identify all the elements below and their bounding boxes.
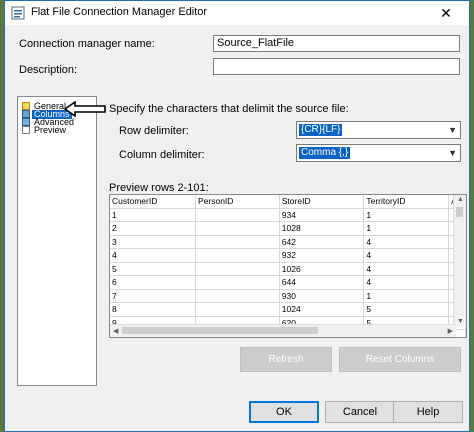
- table-cell: 4: [110, 248, 196, 263]
- table-cell: [195, 208, 280, 222]
- table-row[interactable]: 6 644 4: [110, 275, 466, 290]
- table-header-row: CustomerID PersonID StoreID TerritoryID …: [110, 195, 466, 209]
- page-navigation-tree: General Columns Advanced Preview: [17, 96, 97, 386]
- table-cell: 1: [363, 289, 450, 303]
- table-cell: 1: [363, 221, 450, 236]
- scroll-down-icon[interactable]: ▼: [457, 318, 464, 325]
- table-cell: 4: [363, 248, 450, 263]
- window-title: Flat File Connection Manager Editor: [31, 6, 208, 18]
- table-cell: [195, 235, 280, 249]
- table-cell: 5: [363, 302, 450, 317]
- row-delimiter-value: {CR}{LF}: [299, 124, 343, 136]
- column-delimiter-select[interactable]: Comma {,} ▼: [296, 144, 461, 162]
- column-header[interactable]: StoreID: [279, 195, 365, 209]
- table-row[interactable]: 4 932 4: [110, 248, 466, 263]
- title-bar[interactable]: Flat File Connection Manager Editor ✕: [5, 1, 469, 25]
- table-cell: [195, 275, 280, 290]
- table-cell: 1026: [279, 262, 365, 276]
- table-cell: 1024: [279, 302, 365, 317]
- table-row[interactable]: 3 642 4: [110, 235, 466, 249]
- table-row[interactable]: 8 1024 5: [110, 302, 466, 317]
- ok-button[interactable]: OK: [249, 401, 319, 423]
- row-delimiter-select[interactable]: {CR}{LF} ▼: [296, 121, 461, 139]
- table-cell: 642: [279, 235, 365, 249]
- table-cell: [195, 221, 280, 236]
- horizontal-scroll-thumb[interactable]: [122, 327, 318, 334]
- connection-manager-name-input[interactable]: Source_FlatFile: [213, 35, 460, 52]
- help-button[interactable]: Help: [393, 401, 463, 423]
- preview-grid[interactable]: CustomerID PersonID StoreID TerritoryID …: [109, 194, 467, 338]
- reset-columns-button[interactable]: Reset Columns: [339, 347, 461, 372]
- row-delimiter-label: Row delimiter:: [119, 125, 189, 137]
- preview-page-icon: [22, 126, 30, 134]
- description-label: Description:: [19, 64, 78, 76]
- nav-item-preview[interactable]: Preview: [22, 126, 68, 135]
- preview-table: CustomerID PersonID StoreID TerritoryID …: [110, 195, 466, 337]
- nav-item-label: Preview: [34, 125, 67, 135]
- table-cell: [195, 289, 280, 303]
- table-cell: 7: [110, 289, 196, 303]
- table-cell: 6: [110, 275, 196, 290]
- table-cell: 4: [363, 262, 450, 276]
- table-row[interactable]: 1 934 1: [110, 208, 466, 222]
- columns-page-icon: [22, 110, 30, 118]
- table-cell: 934: [279, 208, 365, 222]
- refresh-button[interactable]: Refresh: [240, 347, 332, 372]
- close-icon[interactable]: ✕: [423, 1, 469, 25]
- vertical-scroll-thumb[interactable]: [456, 207, 463, 217]
- dialog-window: Flat File Connection Manager Editor ✕ Co…: [4, 0, 470, 432]
- column-header[interactable]: CustomerID: [110, 195, 196, 209]
- table-cell: 2: [110, 221, 196, 236]
- table-cell: 8: [110, 302, 196, 317]
- table-cell: 3: [110, 235, 196, 249]
- advanced-page-icon: [22, 118, 30, 126]
- scroll-left-icon[interactable]: ◀: [113, 327, 118, 335]
- column-delimiter-label: Column delimiter:: [119, 149, 205, 161]
- horizontal-scrollbar[interactable]: ◀ ▶: [110, 324, 456, 337]
- description-input[interactable]: [213, 58, 460, 75]
- table-cell: 1028: [279, 221, 365, 236]
- table-cell: [195, 248, 280, 263]
- table-row[interactable]: 7 930 1: [110, 289, 466, 303]
- table-cell: 644: [279, 275, 365, 290]
- table-row[interactable]: 2 1028 1: [110, 221, 466, 236]
- table-cell: 1: [363, 208, 450, 222]
- scroll-right-icon[interactable]: ▶: [448, 327, 453, 335]
- table-cell: 4: [363, 275, 450, 290]
- left-arrow-icon: [63, 101, 106, 117]
- table-cell: 4: [363, 235, 450, 249]
- chevron-down-icon: ▼: [448, 148, 457, 158]
- app-icon: [11, 6, 25, 20]
- general-page-icon: [22, 102, 30, 110]
- column-header[interactable]: TerritoryID: [363, 195, 450, 209]
- table-cell: 930: [279, 289, 365, 303]
- cancel-button[interactable]: Cancel: [325, 401, 395, 423]
- preview-rows-label: Preview rows 2-101:: [109, 182, 209, 194]
- table-cell: [195, 262, 280, 276]
- delimiter-instruction: Specify the characters that delimit the …: [109, 103, 349, 115]
- chevron-down-icon: ▼: [448, 125, 457, 135]
- table-cell: 932: [279, 248, 365, 263]
- column-header[interactable]: PersonID: [195, 195, 280, 209]
- table-cell: [195, 302, 280, 317]
- table-row[interactable]: 5 1026 4: [110, 262, 466, 276]
- vertical-scrollbar[interactable]: ▲ ▼: [453, 195, 466, 326]
- connection-manager-name-label: Connection manager name:: [19, 38, 155, 50]
- column-delimiter-value: Comma {,}: [299, 147, 351, 159]
- scroll-up-icon[interactable]: ▲: [457, 196, 464, 203]
- table-cell: 1: [110, 208, 196, 222]
- table-cell: 5: [110, 262, 196, 276]
